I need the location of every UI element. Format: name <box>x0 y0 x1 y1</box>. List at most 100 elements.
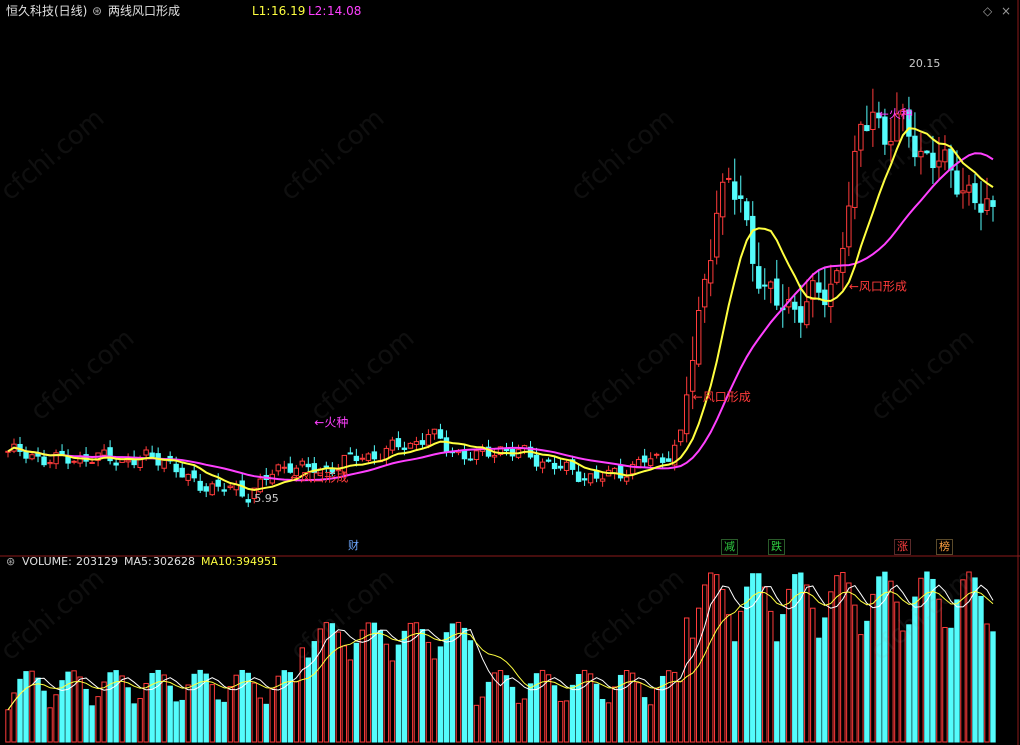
volume-bar-down <box>527 683 534 743</box>
volume-bar-down <box>744 586 750 743</box>
candle-down <box>245 499 251 503</box>
candle-down <box>978 203 984 213</box>
candle-down <box>659 457 666 463</box>
volume-bar-up <box>497 670 504 743</box>
volume-bar-up <box>539 669 546 743</box>
indicator-name[interactable]: 两线风口形成 <box>108 0 180 22</box>
volume-bar-up <box>840 572 846 743</box>
volume-bar-up <box>846 582 852 743</box>
candle-down <box>239 480 245 497</box>
volume-pane[interactable] <box>5 571 996 743</box>
volume-bar-up <box>29 670 35 743</box>
candle-down <box>930 152 936 169</box>
candle-down <box>35 453 41 457</box>
volume-bar-down <box>41 690 47 743</box>
candle-up <box>125 459 131 463</box>
volume-bar-up <box>251 682 257 743</box>
volume-bar-up <box>677 680 684 743</box>
volume-bar-up <box>515 702 522 743</box>
candle-down <box>221 489 227 492</box>
candle-up <box>720 181 726 218</box>
volume-bar-down <box>125 687 131 743</box>
volume-bar-down <box>83 688 89 743</box>
event-marker-die[interactable]: 跌 <box>768 539 785 555</box>
l2-value: 14.08 <box>327 4 362 18</box>
candle-up <box>275 464 281 472</box>
volume-settings-icon[interactable]: ⊛ <box>6 553 15 571</box>
candle-down <box>113 462 119 466</box>
volume-bar-up <box>161 674 167 743</box>
event-marker-zhang[interactable]: 涨 <box>894 539 911 555</box>
ma5-label: MA5: <box>124 555 152 568</box>
candle-up <box>942 149 948 163</box>
event-marker-bang[interactable]: 榜 <box>936 539 953 555</box>
volume-bar-up <box>359 629 366 743</box>
volume-bar-down <box>419 629 426 743</box>
candle-down <box>575 471 582 482</box>
volume-bar-up <box>960 579 966 743</box>
candle-down <box>461 450 468 460</box>
candle-down <box>750 215 756 264</box>
candle-down <box>401 447 408 450</box>
candle-up <box>858 123 864 151</box>
volume-bar-down <box>954 599 960 743</box>
price-pane[interactable]: 20.155.95←风口形成←风口形成←风口形成←火种←火种 <box>5 57 996 508</box>
candle-up <box>413 441 420 446</box>
candle-down <box>756 266 762 289</box>
candle-up <box>870 111 876 131</box>
candle-up <box>491 454 498 458</box>
volume-bar-up <box>347 659 354 743</box>
volume-bar-up <box>95 696 101 743</box>
volume-bar-down <box>35 677 41 743</box>
volume-bar-down <box>371 622 378 743</box>
ma10-label: MA10: <box>201 555 236 568</box>
candle-down <box>762 284 768 287</box>
volume-bar-up <box>53 694 59 743</box>
candle-up <box>473 450 480 460</box>
event-marker-cai[interactable]: 财 <box>346 539 361 553</box>
candle-down <box>419 440 426 445</box>
chart-canvas[interactable]: 20.155.95←风口形成←风口形成←风口形成←火种←火种 <box>0 0 1020 745</box>
volume-bar-up <box>605 702 612 743</box>
l2-line <box>7 152 994 482</box>
volume-bar-down <box>641 697 648 743</box>
candle-down <box>798 306 804 323</box>
indicator-settings-icon[interactable]: ⊛ <box>92 0 102 22</box>
candle-down <box>197 480 203 491</box>
diamond-icon[interactable]: ◇ <box>983 0 992 22</box>
volume-bar-down <box>792 574 798 743</box>
candle-up <box>683 394 690 435</box>
volume-bar-up <box>804 584 810 743</box>
candle-down <box>149 452 155 458</box>
volume-bar-up <box>77 676 83 743</box>
candle-up <box>599 478 606 482</box>
volume-bar-up <box>11 692 17 743</box>
volume-bar-up <box>635 682 642 743</box>
volume-bar-down <box>732 641 738 743</box>
candle-up <box>726 177 732 180</box>
candle-down <box>557 465 564 469</box>
candle-down <box>816 282 822 293</box>
volume-bar-up <box>696 607 702 743</box>
candle-up <box>677 429 684 443</box>
event-marker-jian[interactable]: 减 <box>721 539 738 555</box>
volume-bar-up <box>665 670 672 743</box>
volume-bar-down <box>179 699 185 743</box>
volume-bar-down <box>750 573 756 743</box>
candle-up <box>29 454 35 460</box>
candle-up <box>810 280 816 300</box>
volume-bar-up <box>185 684 191 743</box>
close-icon[interactable]: × <box>1001 0 1011 22</box>
price-header: 恒久科技 (日线) ⊛ 两线风口形成 L1: 16.19 L2: 14.08 ◇… <box>0 0 1020 22</box>
low-price-label: 5.95 <box>254 492 279 505</box>
candle-up <box>425 434 432 446</box>
candle-up <box>804 301 810 326</box>
candle-down <box>641 455 648 463</box>
volume-bar-up <box>708 572 714 743</box>
volume-bar-down <box>263 703 269 743</box>
volume-bar-down <box>503 675 510 743</box>
volume-bar-down <box>509 686 516 743</box>
candle-up <box>653 453 660 456</box>
l1-label: L1: <box>252 4 271 18</box>
candle-down <box>215 479 221 487</box>
